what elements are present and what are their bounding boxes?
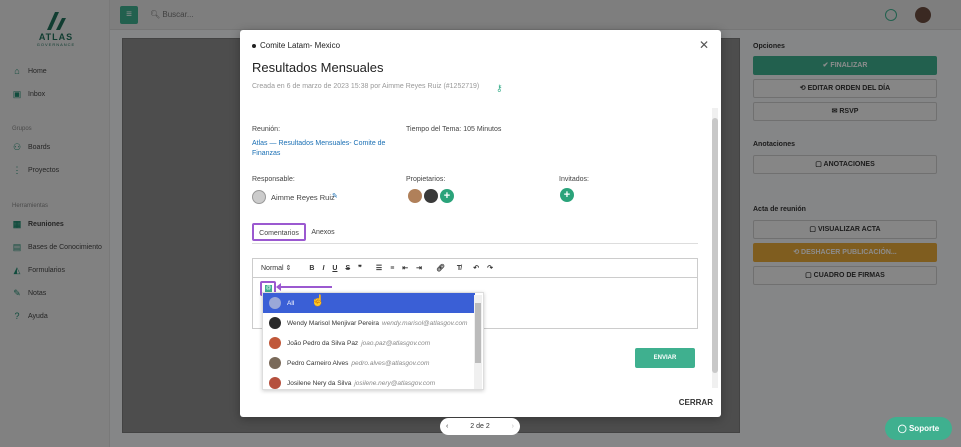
outdent-icon[interactable]: ⇤ xyxy=(402,264,408,272)
mention-name: All xyxy=(287,299,295,307)
undo-icon[interactable]: ↶ xyxy=(473,264,479,272)
mention-name: João Pedro da Silva Paz xyxy=(287,339,359,347)
soporte-label: Soporte xyxy=(908,424,940,433)
format-select-value: Normal xyxy=(261,265,284,272)
mention-dropdown: All Wendy Marisol Menjivar Pereira wendy.… xyxy=(262,292,484,390)
mention-name: Wendy Marisol Menjivar Pereira xyxy=(287,319,379,327)
modal-scrollbar[interactable] xyxy=(712,108,718,388)
avatar xyxy=(269,377,281,389)
mention-at-icon[interactable]: @ xyxy=(265,285,272,292)
avatar xyxy=(269,357,281,369)
reunion-label: Reunión: xyxy=(252,126,281,133)
pager: ‹ 2 de 2 › xyxy=(440,418,520,435)
indent-icon[interactable]: ⇥ xyxy=(416,264,422,272)
italic-icon[interactable]: I xyxy=(322,265,324,272)
add-guest-button[interactable]: + xyxy=(560,188,574,202)
created-info: Creada en 6 de marzo de 2023 15:38 por A… xyxy=(252,83,480,90)
tiempo-value: 105 Minutos xyxy=(463,126,502,133)
dropdown-scroll-thumb[interactable] xyxy=(475,303,481,363)
format-select[interactable]: Normal ⇕ xyxy=(261,264,291,272)
chat-bubble-icon: ◯ xyxy=(897,424,907,433)
clear-format-icon[interactable]: T̸ xyxy=(457,265,461,272)
close-icon[interactable]: ✕ xyxy=(699,38,709,52)
mention-item-all[interactable]: All xyxy=(263,293,475,313)
avatar xyxy=(269,317,281,329)
committee-name: Comite Latam- Mexico xyxy=(260,41,341,50)
propietarios-label: Propietarios: xyxy=(406,176,446,183)
responsable-name: Aimme Reyes Ruiz xyxy=(271,193,335,202)
mention-item[interactable]: Pedro Carneiro Alves pedro.alves@atlasgov… xyxy=(263,353,475,373)
pager-text: 2 de 2 xyxy=(470,423,490,430)
strikethrough-icon[interactable]: S xyxy=(345,265,350,272)
underline-icon[interactable]: U xyxy=(332,265,337,272)
scroll-thumb[interactable] xyxy=(712,118,718,373)
topic-modal: Comite Latam- Mexico ✕ Resultados Mensua… xyxy=(240,30,721,417)
link-icon[interactable]: 🔗︎ xyxy=(436,264,445,272)
invitados-label: Invitados: xyxy=(559,176,589,183)
mention-name: Josilene Nery da Silva xyxy=(287,379,352,387)
next-page-icon[interactable]: › xyxy=(512,418,514,435)
tab-divider xyxy=(252,243,698,244)
mention-email: pedro.alves@atlasgov.com xyxy=(351,359,430,367)
modal-title: Resultados Mensuales xyxy=(252,60,384,75)
owner-avatar xyxy=(408,189,422,203)
edit-pencil-icon[interactable]: ✎ xyxy=(332,192,338,200)
annotation-arrow xyxy=(276,283,332,291)
add-owner-button[interactable]: + xyxy=(440,189,454,203)
owner-avatar xyxy=(424,189,438,203)
modal-committee: Comite Latam- Mexico xyxy=(252,41,340,50)
mention-email: josilene.nery@atlasgov.com xyxy=(354,379,436,387)
mention-name: Pedro Carneiro Alves xyxy=(287,359,349,367)
mention-email: joao.paz@atlasgov.com xyxy=(361,339,431,347)
editor-toolbar: Normal ⇕ B I U S ❞ ☰ ≡ ⇤ ⇥ 🔗︎ T̸ ↶ ↷ xyxy=(252,258,698,278)
soporte-button[interactable]: ◯ Soporte xyxy=(885,417,952,440)
tiempo-label: Tiempo del Tema: 105 Minutos xyxy=(406,126,501,133)
bullet-list-icon[interactable]: ≡ xyxy=(390,265,394,272)
responsable-avatar xyxy=(252,190,266,204)
mention-item[interactable]: Wendy Marisol Menjivar Pereira wendy.mari… xyxy=(263,313,475,333)
tab-anexos[interactable]: Anexos xyxy=(308,224,338,242)
responsable-label: Responsable: xyxy=(252,176,295,183)
quote-icon[interactable]: ❞ xyxy=(358,264,362,272)
reunion-link[interactable]: Atlas — Resultados Mensuales- Comite de … xyxy=(252,139,392,159)
tab-comentarios[interactable]: Comentarios xyxy=(252,223,306,241)
avatar xyxy=(269,297,281,309)
send-button[interactable]: ENVIAR xyxy=(635,348,695,368)
mention-item[interactable]: Josilene Nery da Silva josilene.nery@atla… xyxy=(263,373,475,389)
bullet-icon xyxy=(252,43,256,48)
bold-icon[interactable]: B xyxy=(309,265,314,272)
dropdown-scrollbar[interactable] xyxy=(474,295,482,389)
mention-email: wendy.marisol@atlasgov.com xyxy=(382,319,468,327)
redo-icon[interactable]: ↷ xyxy=(487,264,493,272)
cerrar-button[interactable]: CERRAR xyxy=(679,398,713,407)
prev-page-icon[interactable]: ‹ xyxy=(446,418,448,435)
mention-item[interactable]: João Pedro da Silva Paz joao.paz@atlasgov… xyxy=(263,333,475,353)
key-icon[interactable]: ⚷ xyxy=(496,83,503,94)
avatar xyxy=(269,337,281,349)
hand-cursor-icon: ☝ xyxy=(311,295,325,307)
tiempo-label-text: Tiempo del Tema: xyxy=(406,126,462,133)
ordered-list-icon[interactable]: ☰ xyxy=(376,264,382,272)
